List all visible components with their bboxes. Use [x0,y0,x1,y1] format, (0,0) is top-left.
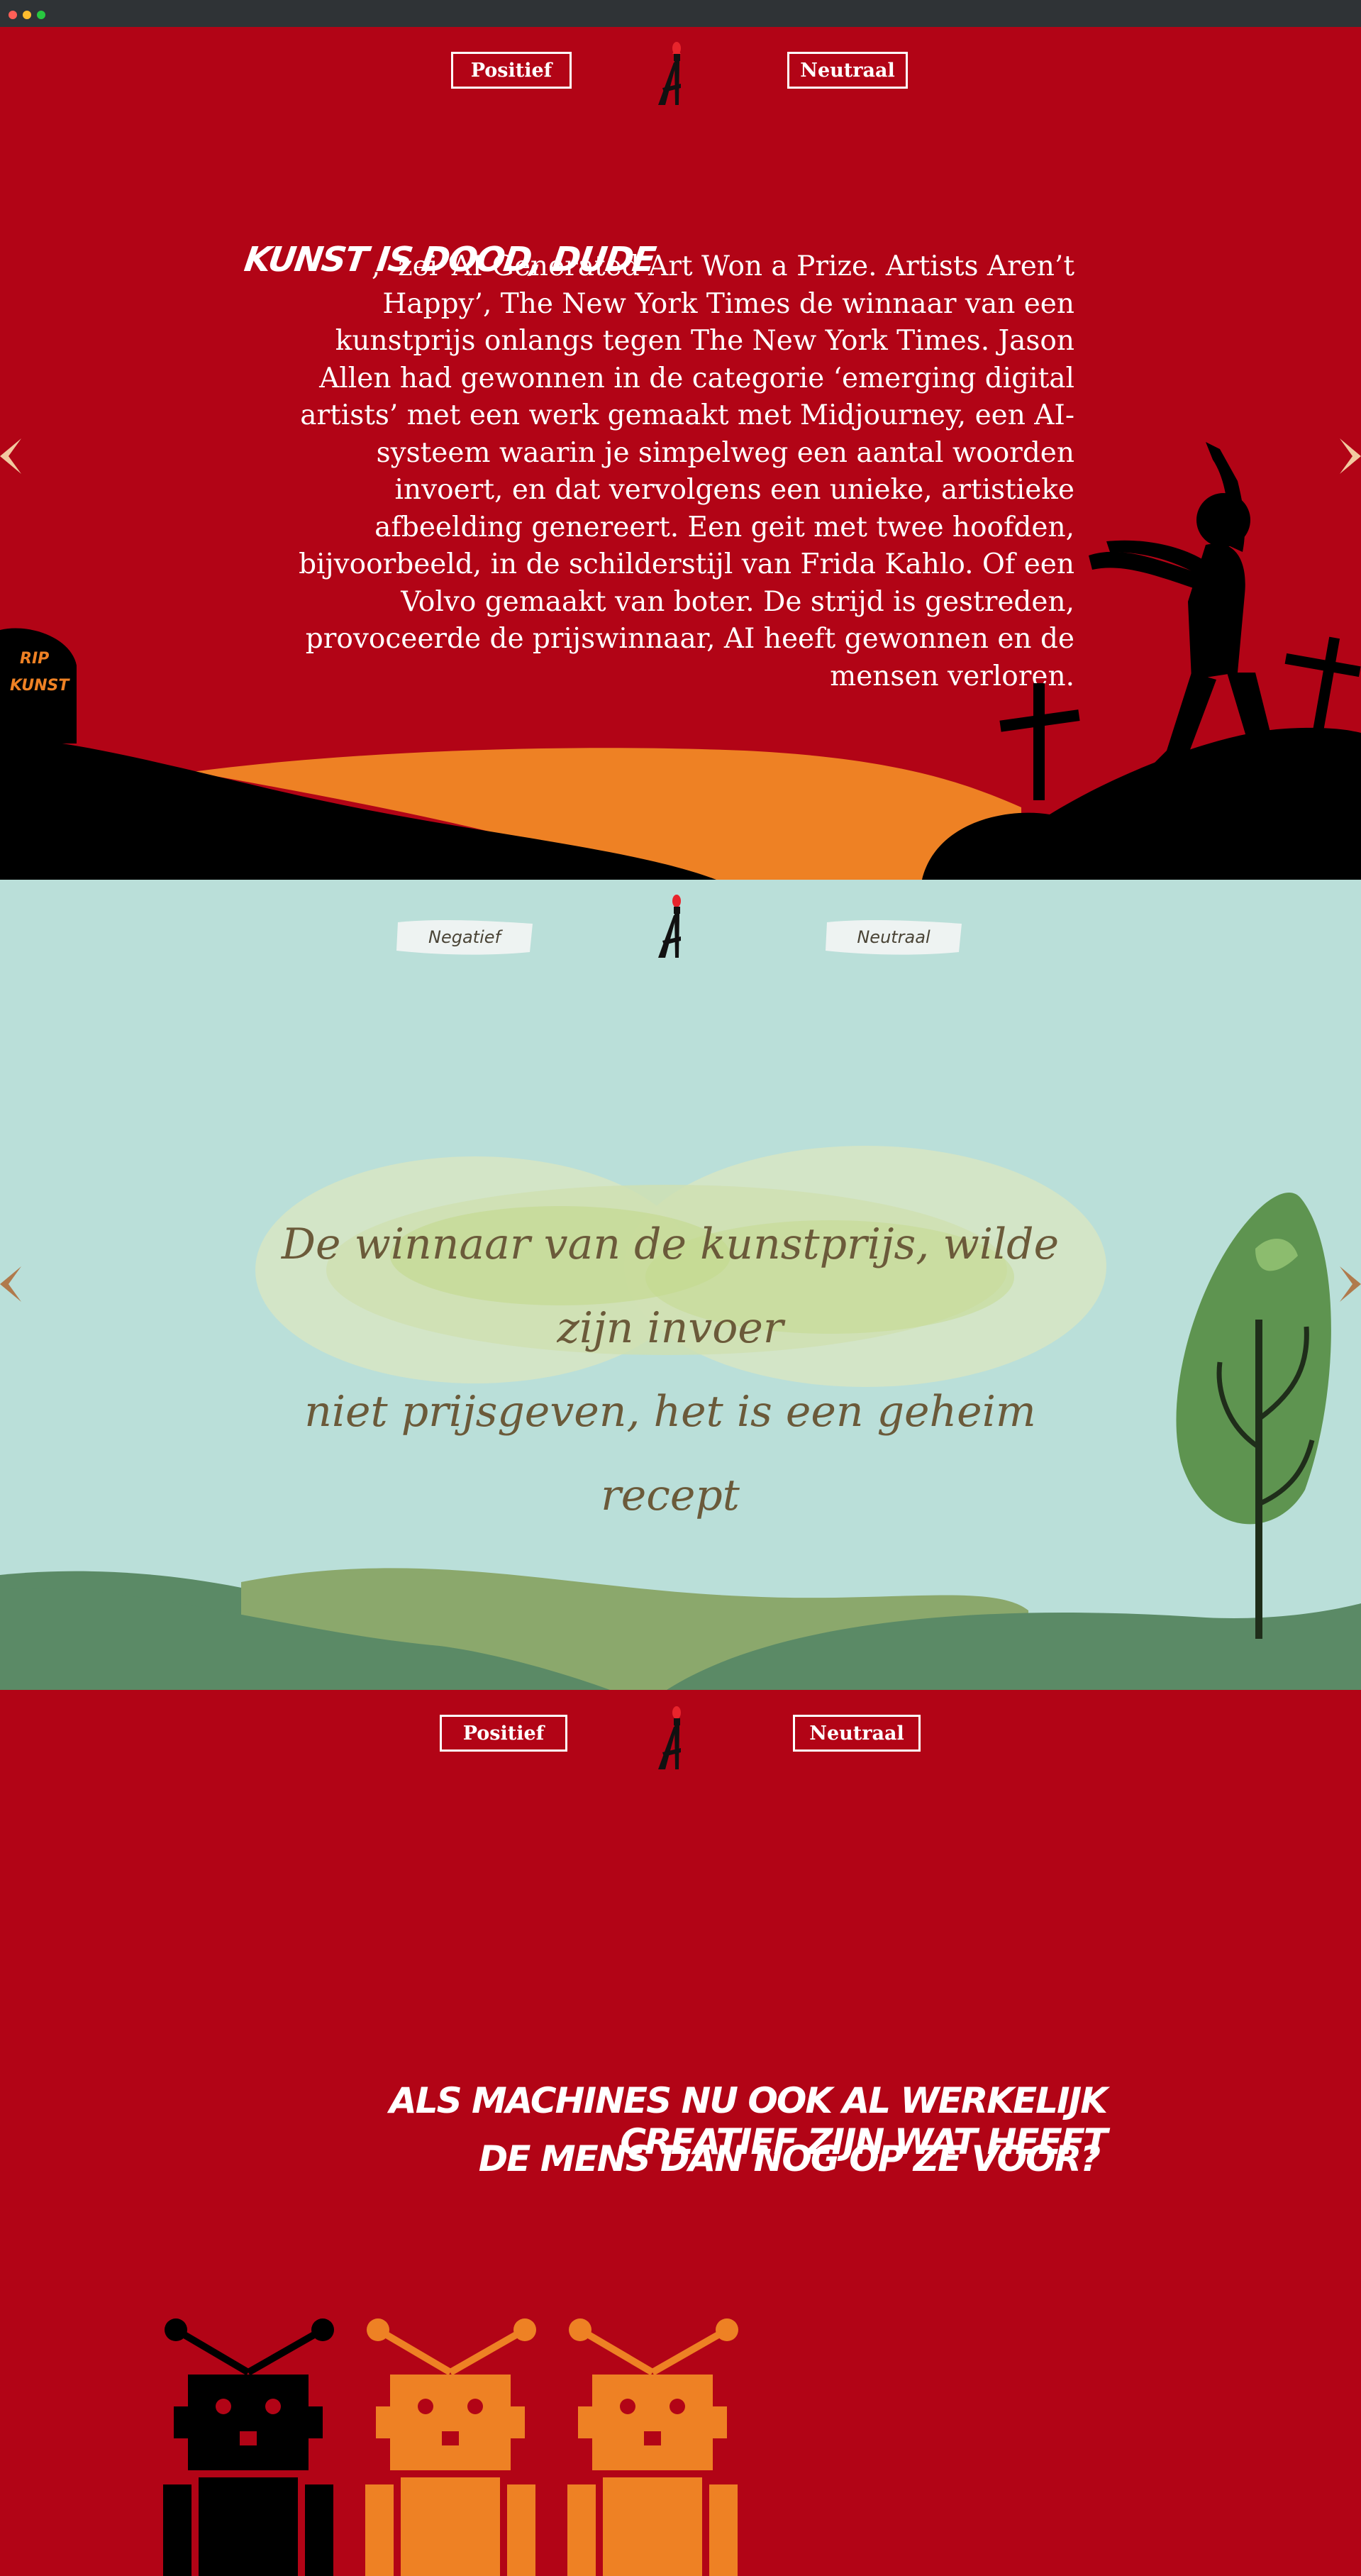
robot-orange-icon-1 [365,2318,536,2576]
neutraal-button[interactable]: Neutraal [793,1715,921,1752]
tombstone-label: RIP KUNST [10,646,69,700]
minimize-window-icon[interactable] [23,11,31,19]
section-geheim-recept: Negatief Neutraal De winnaar van de kuns… [0,880,1361,1690]
tombstone-line-1: RIP [20,650,50,668]
tombstone-line-2: KUNST [10,677,70,695]
machines-title-line-2: DE MENS DAN NOG OP ZE VOOR? [478,2138,1101,2179]
section-kunst-is-dood: Positief Neutraal KUNST IS DOOD, DUDE ,’… [0,27,1361,880]
positief-button[interactable]: Positief [440,1715,567,1752]
robot-orange-icon-2 [567,2318,738,2576]
close-window-icon[interactable] [9,11,17,19]
green-hills [0,1193,1361,1690]
robots-group [163,2318,738,2576]
section-machines-creatief: Positief Neutraal ALS MACHINES NU OOK AL… [0,1690,1361,2576]
maximize-window-icon[interactable] [37,11,45,19]
ai-torch-logo[interactable] [652,1698,709,1776]
robot-black-icon [163,2318,334,2576]
zombie-silhouette-icon [1089,442,1277,765]
browser-chrome [0,0,1361,27]
